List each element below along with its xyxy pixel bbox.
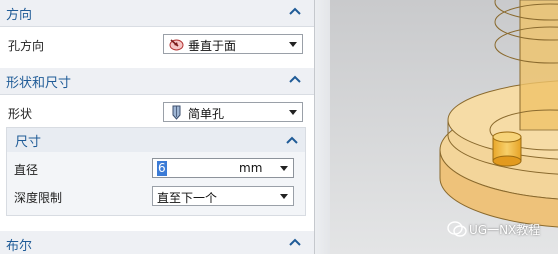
shape-label: 形状 [8,107,33,121]
hole-direction-label: 孔方向 [8,39,45,53]
shape-value: 简单孔 [188,107,225,121]
depth-limit-value: 直至下一个 [157,191,218,205]
collapse-chevron-icon[interactable] [288,72,302,86]
normal-to-face-icon [169,39,184,51]
dropdown-arrow-icon [289,110,297,115]
direction-section-title: 方向 [6,8,33,23]
hole-preview-cylinder[interactable] [492,131,522,167]
hole-direction-select[interactable]: 垂直于面 [163,34,303,54]
graphics-viewport[interactable] [330,0,558,254]
shape-select[interactable]: 简单孔 [163,102,303,122]
diameter-unit: mm [239,161,263,175]
wechat-logo-icon [447,221,467,237]
hole-direction-value: 垂直于面 [188,39,237,53]
panel-splitter[interactable] [314,0,331,254]
diameter-input[interactable]: 6 mm [152,158,294,178]
boolean-section-header[interactable]: 布尔 [0,231,314,254]
depth-limit-select[interactable]: 直至下一个 [152,186,294,206]
depth-limit-label: 深度限制 [14,191,63,205]
collapse-chevron-icon[interactable] [288,235,302,249]
dimensions-group-header[interactable]: 尺寸 [7,128,305,152]
form-section-header[interactable]: 形状和尺寸 [0,68,314,95]
dropdown-arrow-icon[interactable] [280,166,288,171]
direction-section-header[interactable]: 方向 [0,0,314,27]
diameter-label: 直径 [14,163,39,177]
watermark-text: UG一NX教程 [469,223,541,237]
diameter-value[interactable]: 6 [157,161,167,176]
dropdown-arrow-icon [280,194,288,199]
collapse-chevron-icon[interactable] [285,133,299,147]
dropdown-arrow-icon [289,42,297,47]
form-section-title: 形状和尺寸 [6,76,72,91]
dimensions-title: 尺寸 [15,135,42,150]
watermark: UG一NX教程 [445,219,555,239]
hole-dialog-panel: 方向 孔方向 垂直于面 形状和尺寸 形状 简单孔 尺寸 直径 6 mm 深度限制… [0,0,314,254]
boolean-section-title: 布尔 [6,239,33,254]
collapse-chevron-icon[interactable] [288,4,302,18]
simple-hole-icon [172,105,181,120]
